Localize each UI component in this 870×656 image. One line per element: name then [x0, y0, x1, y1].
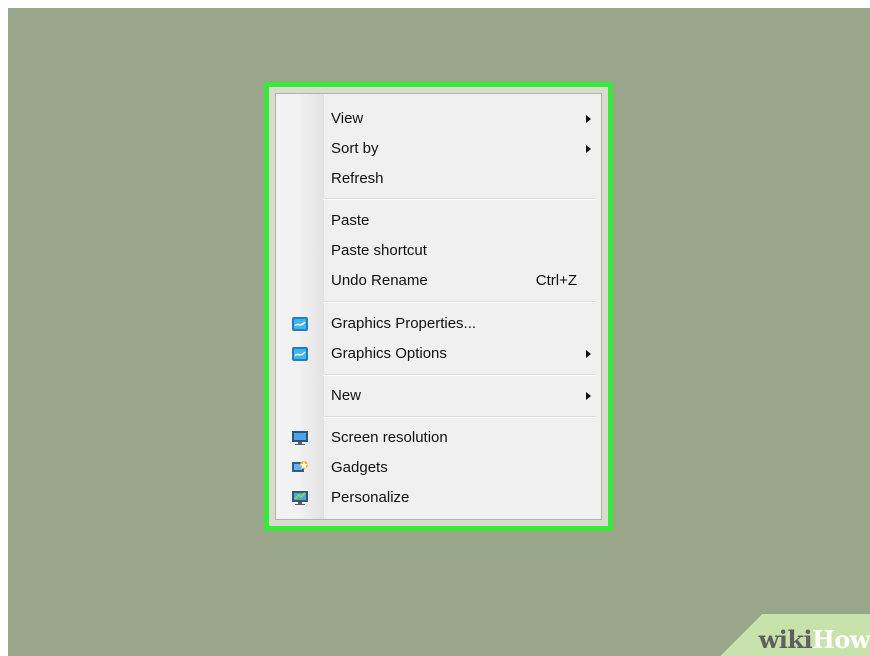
- watermark-how-text: How: [812, 624, 870, 654]
- desktop-context-menu: View Sort by Refresh Paste Paste shortcu…: [275, 93, 602, 520]
- menu-item-label: New: [331, 387, 362, 404]
- menu-item-new[interactable]: New: [276, 381, 601, 411]
- menu-item-label: Paste shortcut: [331, 242, 427, 259]
- menu-item-sort-by[interactable]: Sort by: [276, 134, 601, 164]
- menu-item-undo-rename[interactable]: Undo Rename Ctrl+Z: [276, 266, 601, 296]
- menu-item-screen-resolution[interactable]: Screen resolution: [276, 423, 601, 453]
- menu-separator: [323, 374, 596, 376]
- menu-item-graphics-options[interactable]: Graphics Options: [276, 339, 601, 369]
- menu-item-paste-shortcut[interactable]: Paste shortcut: [276, 236, 601, 266]
- menu-separator: [323, 198, 596, 200]
- menu-item-label: Personalize: [331, 489, 410, 506]
- menu-item-label: View: [331, 110, 364, 127]
- submenu-arrow-icon: [586, 115, 591, 123]
- menu-item-gadgets[interactable]: Gadgets: [276, 453, 601, 483]
- menu-separator: [323, 416, 596, 418]
- menu-item-shortcut: Ctrl+Z: [535, 272, 577, 289]
- menu-item-label: Sort by: [331, 140, 379, 157]
- menu-item-label: Graphics Options: [331, 345, 447, 362]
- watermark-wiki-text: wiki: [758, 624, 813, 654]
- desktop-background[interactable]: View Sort by Refresh Paste Paste shortcu…: [8, 8, 870, 656]
- menu-item-label: Refresh: [331, 170, 384, 187]
- graphics-options-icon: [291, 345, 309, 363]
- menu-item-label: Undo Rename: [331, 272, 428, 289]
- wikihow-watermark: wiki How: [710, 614, 870, 656]
- menu-item-label: Paste: [331, 212, 370, 229]
- menu-item-paste[interactable]: Paste: [276, 206, 601, 236]
- menu-item-refresh[interactable]: Refresh: [276, 164, 601, 194]
- submenu-arrow-icon: [586, 392, 591, 400]
- menu-item-label: Graphics Properties...: [331, 315, 477, 332]
- menu-item-label: Gadgets: [331, 459, 388, 476]
- context-menu-highlight-frame: View Sort by Refresh Paste Paste shortcu…: [264, 82, 613, 531]
- menu-item-label: Screen resolution: [331, 429, 448, 446]
- menu-item-graphics-properties[interactable]: Graphics Properties...: [276, 309, 601, 339]
- submenu-arrow-icon: [586, 145, 591, 153]
- menu-item-view[interactable]: View: [276, 104, 601, 134]
- screen-resolution-icon: [291, 429, 309, 447]
- graphics-properties-icon: [291, 315, 309, 333]
- submenu-arrow-icon: [586, 350, 591, 358]
- menu-separator: [323, 301, 596, 303]
- gadgets-icon: [291, 459, 309, 477]
- menu-item-personalize[interactable]: Personalize: [276, 483, 601, 513]
- personalize-icon: [291, 489, 309, 507]
